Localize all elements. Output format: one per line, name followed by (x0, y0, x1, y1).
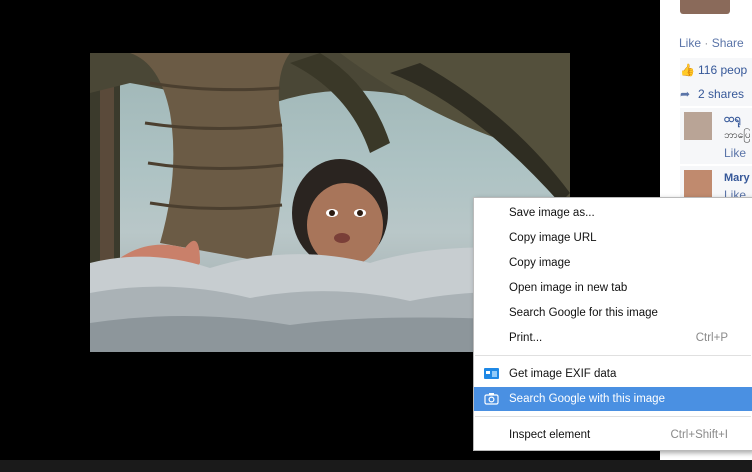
avatar[interactable] (684, 112, 712, 140)
menu-item-shortcut: Ctrl+P (695, 332, 728, 344)
menu-item-copy-image[interactable]: Copy image (474, 251, 752, 275)
menu-item-label: Search Google for this image (509, 307, 658, 319)
shares-count: 2 shares (698, 87, 745, 101)
menu-item-search-google-with-image[interactable]: Search Google with this image (474, 387, 752, 411)
menu-item-label: Copy image URL (509, 232, 597, 244)
menu-item-label: Open image in new tab (509, 282, 628, 294)
menu-item-label: Search Google with this image (509, 393, 665, 405)
comment-author[interactable]: Mary (724, 172, 750, 184)
comment-text: ဘာပြေ (724, 130, 751, 141)
comment-like-link[interactable]: Like (724, 146, 746, 160)
like-link[interactable]: Like (679, 36, 701, 50)
menu-item-label: Copy image (509, 257, 571, 269)
menu-separator (475, 416, 751, 417)
likes-count: 116 peop (698, 63, 748, 77)
like-share-links: Like · Share (679, 36, 744, 50)
comment-item: ထရု ဘာပြေ Like (680, 108, 752, 164)
separator: · (704, 36, 709, 50)
menu-separator (475, 355, 751, 356)
context-menu: Save image as... Copy image URL Copy ima… (473, 197, 752, 451)
avatar[interactable] (684, 170, 712, 198)
menu-item-copy-image-url[interactable]: Copy image URL (474, 226, 752, 250)
shares-count-row[interactable]: ➦ 2 shares (680, 82, 752, 106)
menu-item-search-google-for-image[interactable]: Search Google for this image (474, 301, 752, 325)
menu-item-label: Get image EXIF data (509, 368, 617, 380)
thumbs-up-icon: 👍 (680, 63, 695, 77)
viewer-bottom-bar (0, 460, 752, 472)
comment-item: Mary Like (680, 166, 752, 200)
camera-icon (484, 393, 499, 405)
menu-item-label: Save image as... (509, 207, 595, 219)
menu-item-get-exif-data[interactable]: Get image EXIF data (474, 362, 752, 386)
share-link[interactable]: Share (712, 36, 744, 50)
menu-item-shortcut: Ctrl+Shift+I (670, 429, 728, 441)
menu-item-label: Inspect element (509, 429, 591, 441)
likes-count-row[interactable]: 👍 116 peop (680, 58, 752, 82)
menu-item-open-image-new-tab[interactable]: Open image in new tab (474, 276, 752, 300)
comment-author[interactable]: ထရု (724, 112, 741, 128)
menu-item-label: Print... (509, 332, 543, 344)
menu-item-print[interactable]: Print... Ctrl+P (474, 326, 752, 350)
menu-item-save-image-as[interactable]: Save image as... (474, 201, 752, 225)
poster-avatar[interactable] (680, 0, 730, 14)
exif-icon (484, 368, 499, 379)
share-arrow-icon: ➦ (680, 87, 691, 101)
menu-item-inspect-element[interactable]: Inspect element Ctrl+Shift+I (474, 423, 752, 447)
